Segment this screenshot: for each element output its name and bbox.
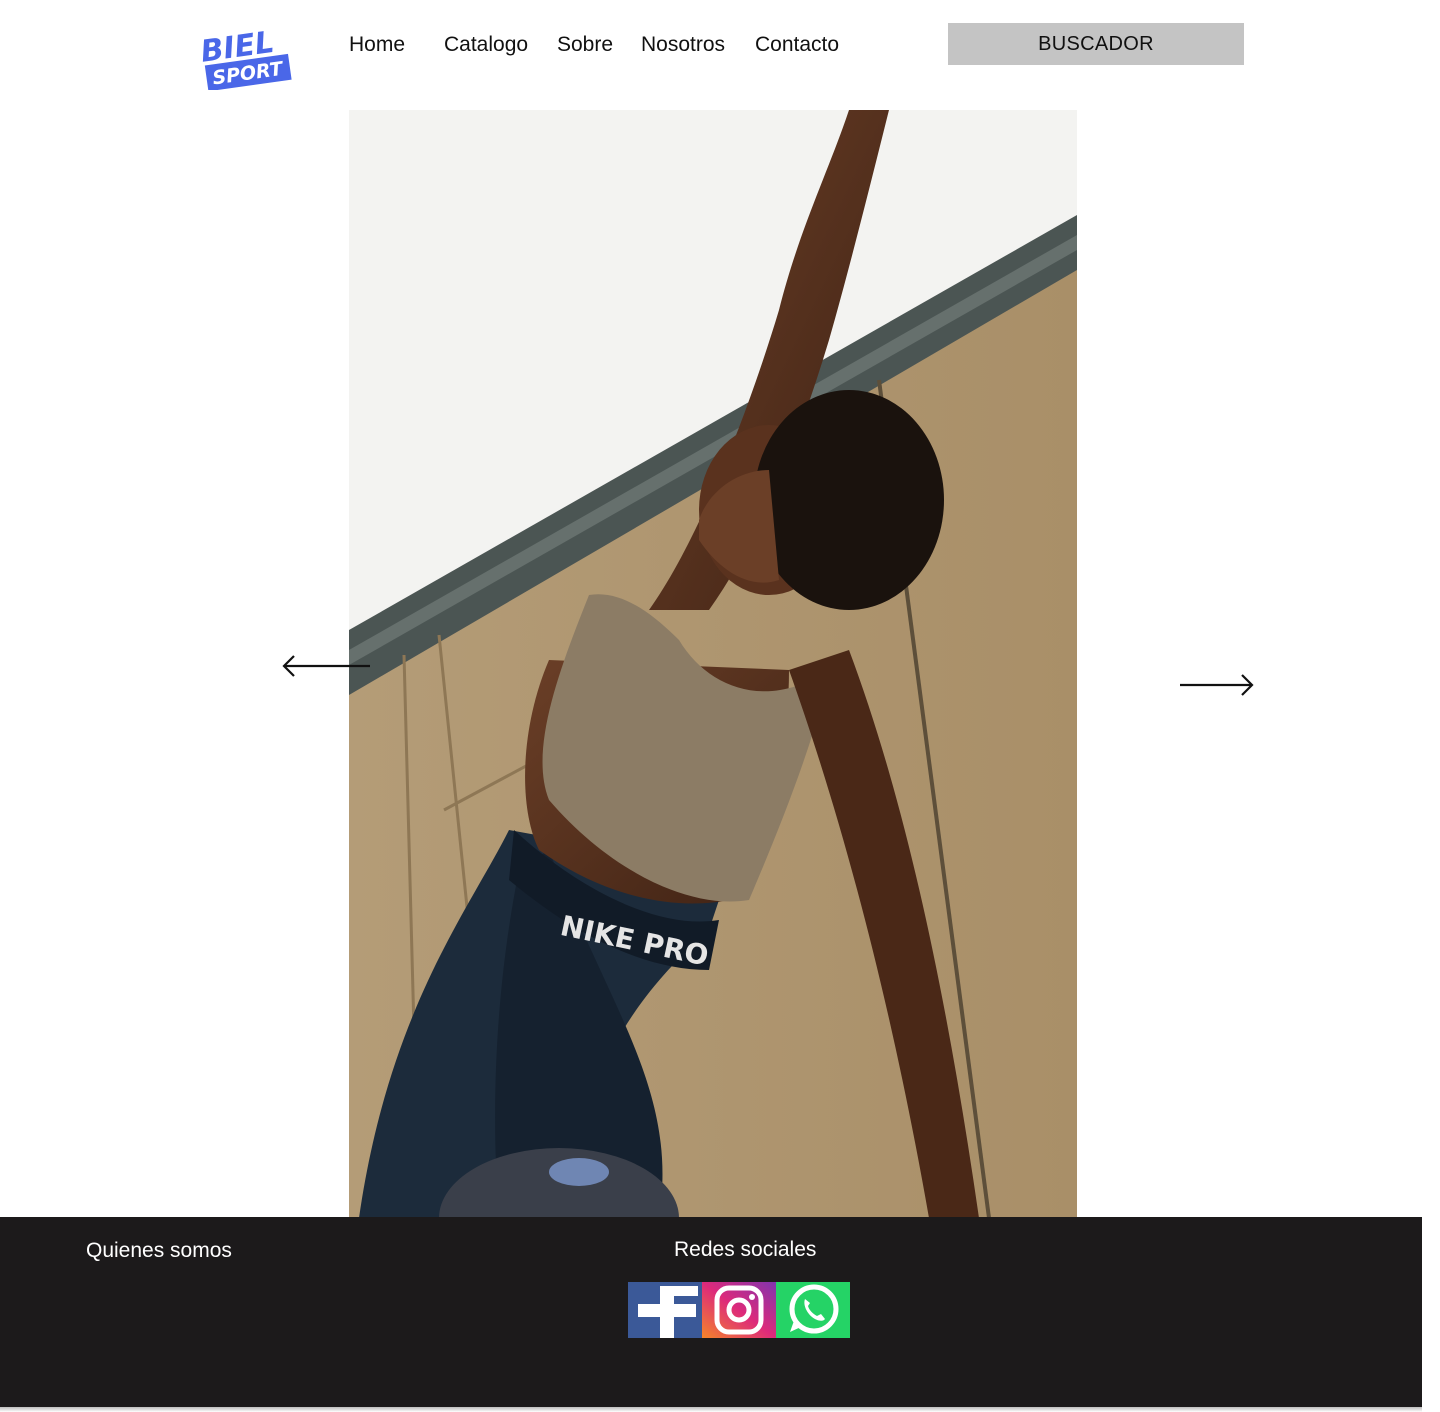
instagram-icon xyxy=(702,1282,776,1338)
nav-link-catalogo[interactable]: Catalogo xyxy=(444,32,528,58)
carousel-next-button[interactable] xyxy=(1178,671,1258,699)
facebook-icon xyxy=(628,1282,702,1338)
search-label: BUSCADOR xyxy=(1038,32,1154,55)
whatsapp-icon xyxy=(776,1282,850,1338)
site-footer: Quienes somos Redes sociales xyxy=(0,1217,1422,1407)
footer-shadow xyxy=(0,1407,1422,1412)
carousel-prev-button[interactable] xyxy=(280,652,374,680)
carousel-image: NIKE PRO xyxy=(349,110,1077,1218)
whatsapp-link[interactable] xyxy=(776,1282,850,1338)
nav-link-nosotros[interactable]: Nosotros xyxy=(641,32,725,58)
brand-logo[interactable]: BIEL SPORT xyxy=(196,24,292,92)
athlete-stretching-photo: NIKE PRO xyxy=(349,110,1077,1218)
nav-link-contacto[interactable]: Contacto xyxy=(755,32,839,58)
nav-link-sobre[interactable]: Sobre xyxy=(557,32,613,58)
footer-social-title: Redes sociales xyxy=(674,1238,817,1261)
arrow-right-icon xyxy=(1180,674,1254,696)
footer-about-link[interactable]: Quienes somos xyxy=(86,1239,232,1263)
instagram-link[interactable] xyxy=(702,1282,776,1338)
facebook-link[interactable] xyxy=(628,1282,702,1338)
arrow-left-icon xyxy=(282,655,370,677)
nav-link-home[interactable]: Home xyxy=(349,32,405,58)
search-button[interactable]: BUSCADOR xyxy=(948,23,1244,65)
